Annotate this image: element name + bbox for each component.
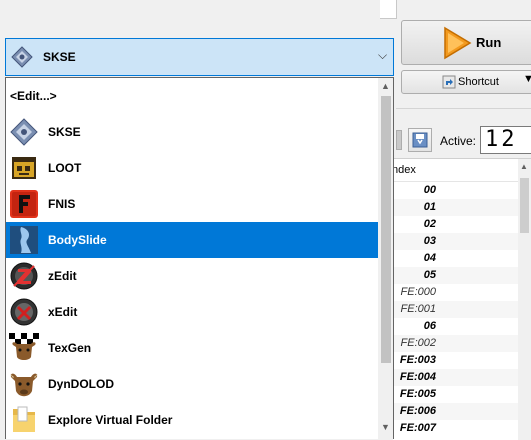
dropdown-item-label: zEdit: [48, 269, 77, 283]
bodyslide-icon: [10, 226, 38, 254]
run-play-icon: [444, 26, 472, 60]
index-row[interactable]: 03: [380, 233, 518, 250]
executable-dropdown-list: <Edit...> SKSE LOOT FNIS BodySlide zEdit…: [5, 77, 394, 440]
index-value: FE:000: [400, 286, 436, 298]
index-row[interactable]: 06: [380, 318, 518, 335]
dropdown-item-label: BodySlide: [48, 233, 107, 247]
dropdown-item-zedit[interactable]: zEdit: [6, 258, 378, 294]
index-row[interactable]: FE:002: [380, 335, 518, 352]
scroll-up-icon[interactable]: ▲: [520, 162, 528, 171]
mod-list-panel: ndex 00 01 02 03 04 05 FE:000 FE:001 06 FE:002 FE:…: [380, 158, 531, 440]
dropdown-item-explore-virtual-folder[interactable]: Explore Virtual Folder: [6, 402, 378, 438]
executable-combobox[interactable]: SKSE ⌵: [5, 38, 394, 76]
skse-icon: [10, 118, 38, 146]
index-row[interactable]: 01: [380, 199, 518, 216]
run-label: Run: [476, 35, 502, 50]
dropdown-item-label: DynDOLOD: [48, 377, 114, 391]
dropdown-item-label: SKSE: [48, 125, 81, 139]
loot-icon: [12, 157, 36, 179]
index-row[interactable]: FE:004: [380, 369, 518, 386]
index-row[interactable]: FE:005: [380, 386, 518, 403]
index-value: 02: [423, 218, 436, 230]
scroll-down-icon[interactable]: ▼: [381, 422, 390, 432]
dropdown-scroll-thumb[interactable]: [381, 96, 391, 363]
index-row[interactable]: 00: [380, 182, 518, 199]
dropdown-item-dyndolod[interactable]: DynDOLOD: [6, 366, 378, 402]
texgen-icon: [9, 333, 39, 363]
index-value: 05: [423, 269, 436, 281]
index-row[interactable]: 02: [380, 216, 518, 233]
index-value: 06: [423, 320, 436, 332]
index-value: FE:004: [399, 371, 436, 383]
combo-selected-label: SKSE: [43, 50, 76, 64]
window-top-strip: [0, 0, 531, 18]
dyndolod-icon: [10, 373, 38, 397]
index-row[interactable]: 04: [380, 250, 518, 267]
index-value: 04: [423, 252, 436, 264]
shortcut-icon: [442, 75, 456, 89]
save-profile-button[interactable]: [408, 128, 432, 152]
index-row[interactable]: FE:001: [380, 301, 518, 318]
separator: [396, 108, 531, 109]
dropdown-item-label: LOOT: [48, 161, 82, 175]
folder-icon: [13, 406, 35, 432]
index-value: 01: [423, 201, 436, 213]
chevron-down-icon[interactable]: ⌵: [378, 48, 387, 63]
xedit-icon: [10, 298, 38, 326]
index-value: FE:007: [399, 422, 436, 434]
dropdown-item-label: Explore Virtual Folder: [48, 413, 173, 427]
index-value: FE:003: [399, 354, 436, 366]
tab-fragment: [380, 0, 397, 19]
dropdown-item-label: xEdit: [48, 305, 78, 319]
run-button[interactable]: Run: [401, 20, 531, 65]
dropdown-item-bodyslide[interactable]: BodySlide: [6, 222, 378, 258]
dropdown-scrollbar[interactable]: ▲ ▼: [378, 78, 393, 440]
dropdown-item-fnis[interactable]: FNIS: [6, 186, 378, 222]
active-count-label: Active:: [440, 134, 477, 148]
toolbar-button-partial[interactable]: [396, 130, 402, 150]
dropdown-item-xedit[interactable]: xEdit: [6, 294, 378, 330]
scroll-up-icon[interactable]: ▲: [381, 81, 390, 91]
active-count-display: 12: [480, 126, 531, 154]
index-value: 00: [423, 184, 436, 196]
mod-list-scrollbar[interactable]: ▲: [518, 159, 531, 440]
dropdown-item-label: FNIS: [48, 197, 76, 211]
index-value: FE:006: [399, 405, 436, 417]
scroll-thumb[interactable]: [520, 178, 529, 233]
index-value: FE:005: [399, 388, 436, 400]
index-row[interactable]: FE:000: [380, 284, 518, 301]
dropdown-item-loot[interactable]: LOOT: [6, 150, 378, 186]
index-value: FE:001: [400, 303, 436, 315]
dropdown-item-label: <Edit...>: [10, 89, 57, 103]
index-value: 03: [423, 235, 436, 247]
fnis-icon: [10, 190, 38, 218]
index-value: FE:002: [400, 337, 436, 349]
skse-icon: [11, 46, 33, 68]
index-rows: 00 01 02 03 04 05 FE:000 FE:001 06 FE:002 FE:003 FE…: [380, 182, 518, 437]
dropdown-item-skse[interactable]: SKSE: [6, 114, 378, 150]
index-row[interactable]: FE:003: [380, 352, 518, 369]
dropdown-item-edit[interactable]: <Edit...>: [6, 78, 378, 114]
index-column-header[interactable]: ndex: [380, 159, 518, 182]
save-icon: [412, 132, 428, 148]
dropdown-item-texgen[interactable]: TexGen: [6, 330, 378, 366]
zedit-icon: [10, 262, 38, 290]
index-row[interactable]: FE:007: [380, 420, 518, 437]
shortcut-label: Shortcut: [458, 76, 499, 88]
shortcut-button[interactable]: Shortcut ▼: [401, 70, 531, 94]
index-header-label: ndex: [392, 164, 416, 176]
shortcut-dropdown-arrow-icon[interactable]: ▼: [523, 73, 531, 85]
dropdown-item-label: TexGen: [48, 341, 92, 355]
index-row[interactable]: FE:006: [380, 403, 518, 420]
index-row[interactable]: 05: [380, 267, 518, 284]
